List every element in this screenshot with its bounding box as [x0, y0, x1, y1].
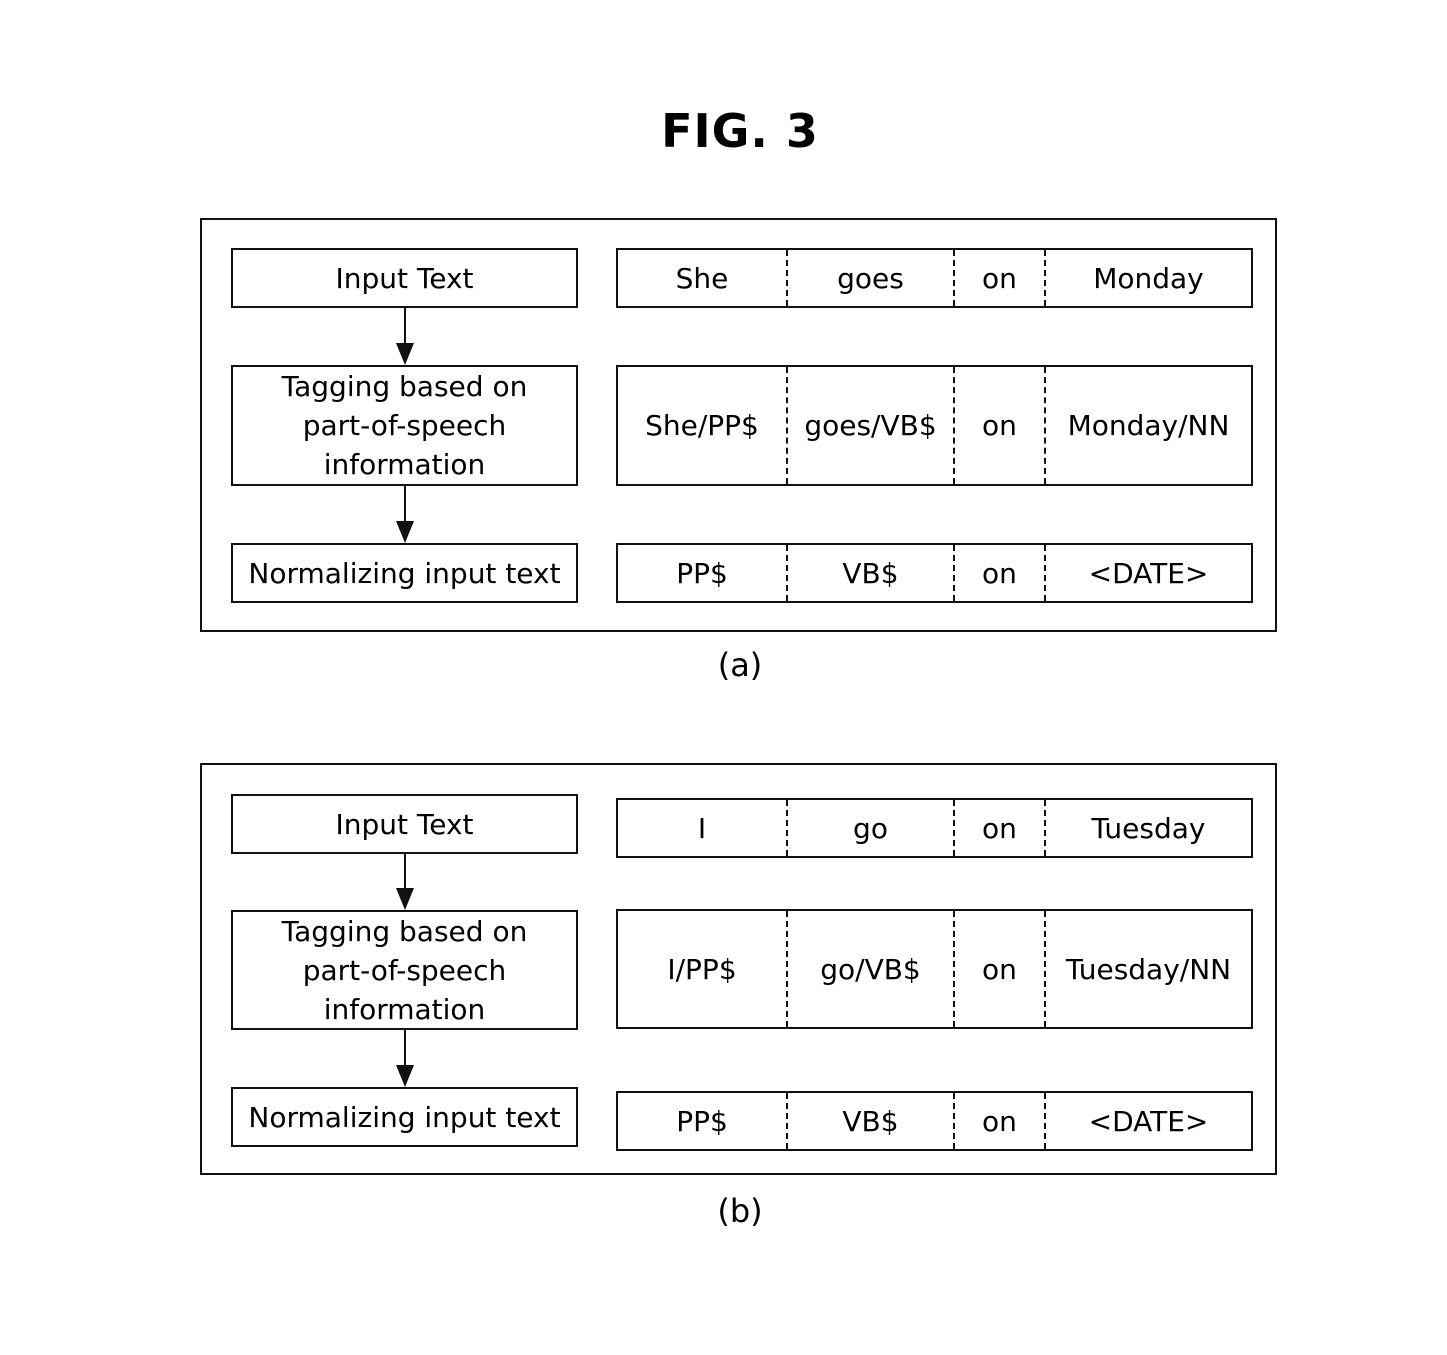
token-cell: goes	[786, 250, 953, 306]
token-row-tagged: I/PP$ go/VB$ on Tuesday/NN	[616, 909, 1253, 1029]
token-cell: Tuesday/NN	[1044, 911, 1251, 1027]
step-label: Input Text	[335, 261, 474, 295]
step-label: Tagging based on part-of-speech informat…	[281, 370, 528, 481]
arrow-down-icon	[396, 308, 414, 365]
panel-label-b: (b)	[717, 1192, 763, 1230]
step-label: Input Text	[335, 807, 474, 841]
token-cell: go	[786, 800, 953, 856]
step-label: Normalizing input text	[248, 556, 561, 590]
step-normalizing: Normalizing input text	[231, 1087, 578, 1147]
token-row-normalized: PP$ VB$ on <DATE>	[616, 1091, 1253, 1151]
token-cell: PP$	[676, 556, 728, 590]
token-row-normalized: PP$ VB$ on <DATE>	[616, 543, 1253, 603]
arrow-down-icon	[396, 854, 414, 910]
token-cell: Tuesday	[1044, 800, 1251, 856]
panel-label-a: (a)	[717, 646, 763, 684]
step-input-text: Input Text	[231, 248, 578, 308]
token-cell: I/PP$	[667, 952, 737, 986]
token-cell: <DATE>	[1044, 545, 1251, 601]
token-cell: on	[953, 1093, 1044, 1149]
token-cell: on	[953, 800, 1044, 856]
token-cell: VB$	[786, 545, 953, 601]
step-pos-tagging: Tagging based on part-of-speech informat…	[231, 910, 578, 1030]
token-cell: PP$	[676, 1104, 728, 1138]
token-cell: on	[953, 545, 1044, 601]
token-cell: <DATE>	[1044, 1093, 1251, 1149]
token-row-input: I go on Tuesday	[616, 798, 1253, 858]
token-cell: Monday/NN	[1044, 367, 1251, 484]
token-cell: She	[675, 261, 729, 295]
token-cell: I	[697, 811, 707, 845]
token-cell: Monday	[1044, 250, 1251, 306]
token-cell: goes/VB$	[786, 367, 953, 484]
step-label: Normalizing input text	[248, 1100, 561, 1134]
arrow-down-icon	[396, 1030, 414, 1087]
token-row-input: She goes on Monday	[616, 248, 1253, 308]
arrow-down-icon	[396, 486, 414, 543]
step-label: Tagging based on part-of-speech informat…	[281, 914, 528, 1026]
token-cell: on	[953, 367, 1044, 484]
panel-a: Input Text Tagging based on part-of-spee…	[200, 218, 1277, 632]
step-normalizing: Normalizing input text	[231, 543, 578, 603]
token-cell: go/VB$	[786, 911, 953, 1027]
panel-b: Input Text Tagging based on part-of-spee…	[200, 763, 1277, 1175]
token-cell: on	[953, 911, 1044, 1027]
token-cell: She/PP$	[645, 409, 759, 442]
step-input-text: Input Text	[231, 794, 578, 854]
step-pos-tagging: Tagging based on part-of-speech informat…	[231, 365, 578, 486]
token-row-tagged: She/PP$ goes/VB$ on Monday/NN	[616, 365, 1253, 486]
token-cell: VB$	[786, 1093, 953, 1149]
token-cell: on	[953, 250, 1044, 306]
figure-title: FIG. 3	[661, 104, 819, 158]
